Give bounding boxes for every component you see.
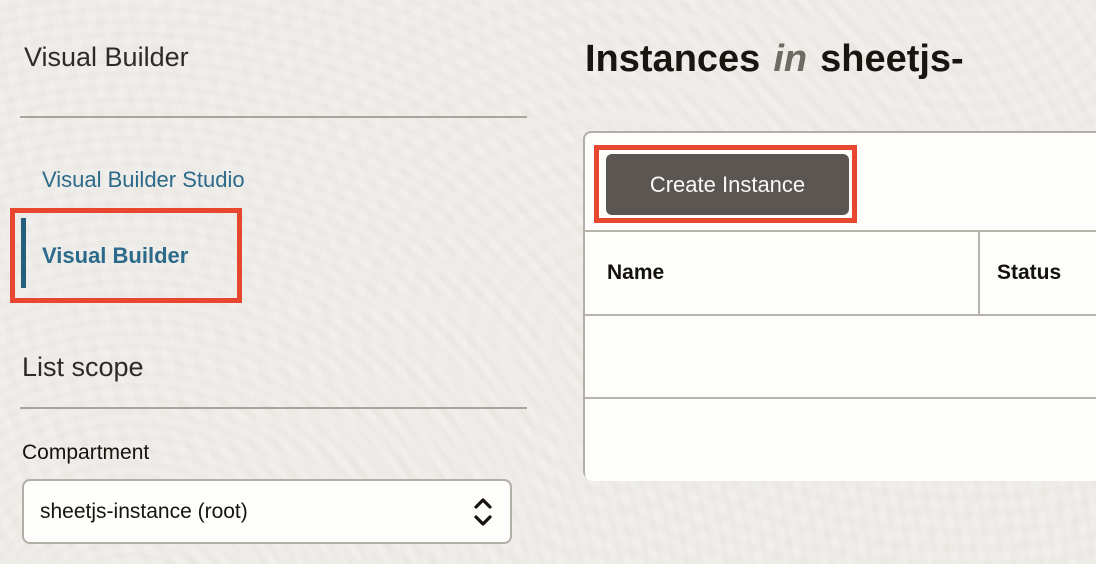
page-title-instances: Instances xyxy=(585,38,761,80)
table-row xyxy=(585,401,1096,481)
selected-item-indicator-bar xyxy=(21,218,26,288)
sidebar-item-visual-builder-studio[interactable]: Visual Builder Studio xyxy=(42,167,245,193)
compartment-label: Compartment xyxy=(22,441,150,464)
compartment-select-value: sheetjs-instance (root) xyxy=(40,499,248,523)
instances-table-header: Name Status xyxy=(585,232,1096,316)
sidebar-divider xyxy=(20,116,527,118)
instances-panel: Create Instance Name Status xyxy=(583,131,1096,481)
sidebar-item-visual-builder[interactable]: Visual Builder xyxy=(42,243,188,269)
up-down-chevron-icon xyxy=(474,497,492,526)
page-title-in: in xyxy=(773,38,808,80)
compartment-select[interactable]: sheetjs-instance (root) xyxy=(22,479,512,544)
create-instance-button[interactable]: Create Instance xyxy=(606,154,849,215)
page-title: Instances in sheetjs- xyxy=(585,38,964,81)
oci-console-screen: Visual Builder Visual Builder Studio Vis… xyxy=(0,0,1096,564)
list-scope-divider xyxy=(20,407,527,409)
list-scope-title: List scope xyxy=(22,352,144,382)
instances-toolbar: Create Instance xyxy=(585,133,1096,232)
column-header-name: Name xyxy=(585,232,980,314)
page-title-compartment-name: sheetjs- xyxy=(820,38,964,80)
column-header-status: Status xyxy=(997,261,1062,284)
sidebar-title: Visual Builder xyxy=(24,42,189,72)
table-row xyxy=(585,316,1096,399)
